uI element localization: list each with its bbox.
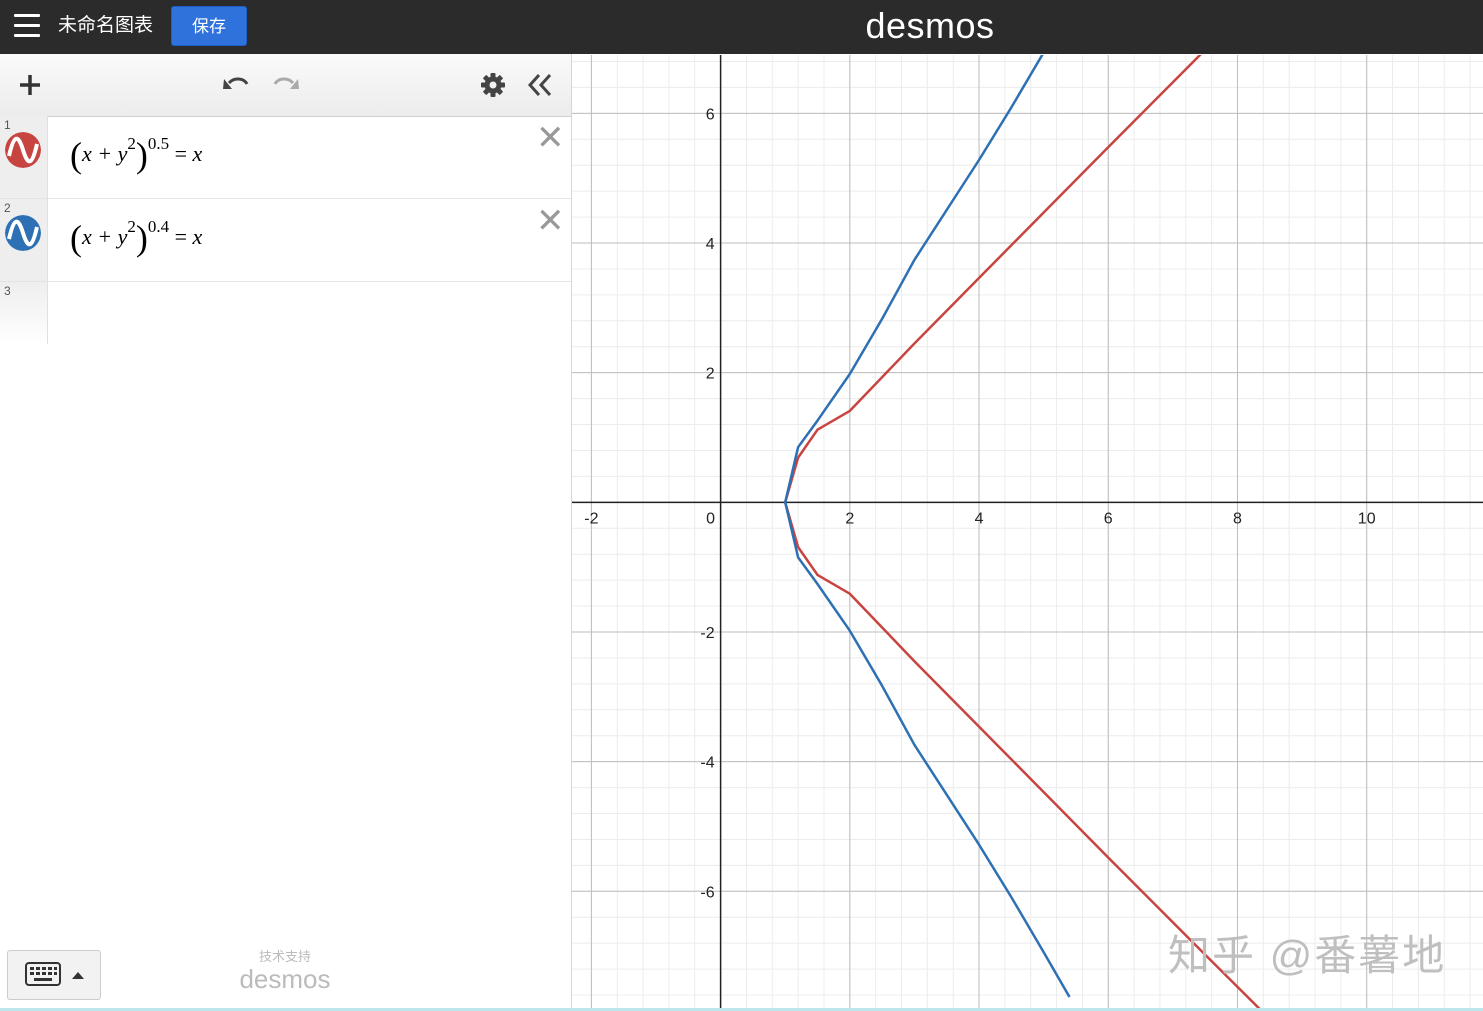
hamburger-menu-icon[interactable] [14, 14, 40, 38]
y-tick-label: 4 [706, 236, 715, 253]
expression-rhs: x [192, 224, 203, 249]
expression-number: 2 [4, 201, 11, 215]
delete-expression-icon[interactable]: ✕ [536, 204, 565, 238]
undo-icon[interactable] [220, 69, 252, 101]
expression-panel: 1 (x + y2)0.5 = x ✕ 2 (x + y2)0.4 = x ✕ … [0, 54, 572, 1011]
watermark-text: 知乎 @番薯地 [1168, 932, 1447, 979]
top-bar: 未命名图表 保存 desmos [0, 0, 1483, 54]
expression-number: 3 [4, 284, 11, 298]
expression-row[interactable]: 1 (x + y2)0.5 = x ✕ [0, 116, 571, 199]
expression-tab[interactable]: 2 [0, 199, 48, 281]
curve-color-icon[interactable] [5, 132, 41, 168]
outer-exponent: 0.5 [147, 133, 170, 153]
x-tick-label: 2 [845, 510, 854, 527]
delete-expression-icon[interactable]: ✕ [536, 121, 565, 155]
expression-tab[interactable]: 3 [0, 282, 48, 344]
expression-tab[interactable]: 1 [0, 116, 48, 198]
expression-base: x + y [82, 224, 128, 249]
y-tick-label: -2 [700, 625, 714, 642]
expression-row[interactable]: 2 (x + y2)0.4 = x ✕ [0, 199, 571, 282]
expression-math[interactable]: (x + y2)0.4 = x [70, 217, 202, 259]
x-tick-label: 6 [1104, 510, 1113, 527]
x-tick-label: 10 [1358, 510, 1376, 527]
y-tick-label: -4 [700, 755, 714, 772]
x-tick-label: -2 [584, 510, 598, 527]
keyboard-icon [25, 962, 84, 986]
powered-by-logo: desmos [239, 964, 331, 994]
graph-title[interactable]: 未命名图表 [58, 14, 153, 38]
expression-math[interactable]: (x + y2)0.5 = x [70, 134, 202, 176]
x-tick-label: 8 [1233, 510, 1242, 527]
gear-icon[interactable] [477, 69, 509, 101]
powered-by-label: 技术支持 [258, 949, 311, 964]
save-button[interactable]: 保存 [171, 6, 247, 46]
expression-list: 1 (x + y2)0.5 = x ✕ 2 (x + y2)0.4 = x ✕ … [0, 116, 571, 344]
inner-exponent: 2 [127, 133, 136, 153]
x-tick-label: 4 [975, 510, 984, 527]
plus-icon[interactable] [14, 69, 46, 101]
powered-by-desmos[interactable]: 技术支持 desmos [230, 949, 340, 993]
outer-exponent: 0.4 [147, 216, 170, 236]
expression-toolbar [0, 54, 571, 117]
inner-exponent: 2 [127, 216, 136, 236]
desmos-logo: desmos [865, 5, 995, 46]
keypad-toggle-button[interactable] [7, 950, 101, 1000]
expression-base: x + y [82, 141, 128, 166]
expression-number: 1 [4, 118, 11, 132]
x-tick-label: 0 [706, 510, 715, 527]
redo-icon[interactable] [270, 69, 302, 101]
expression-rhs: x [192, 141, 203, 166]
y-tick-label: -6 [700, 884, 714, 901]
y-tick-label: 6 [706, 106, 715, 123]
y-tick-label: 2 [706, 366, 715, 383]
expression-row-empty[interactable]: 3 [0, 282, 571, 344]
graph-canvas[interactable]: -2 0 2 4 6 8 10 -6 -4 -2 2 4 6 [572, 55, 1483, 1008]
double-chevron-left-icon[interactable] [525, 69, 557, 101]
curve-color-icon[interactable] [5, 215, 41, 251]
